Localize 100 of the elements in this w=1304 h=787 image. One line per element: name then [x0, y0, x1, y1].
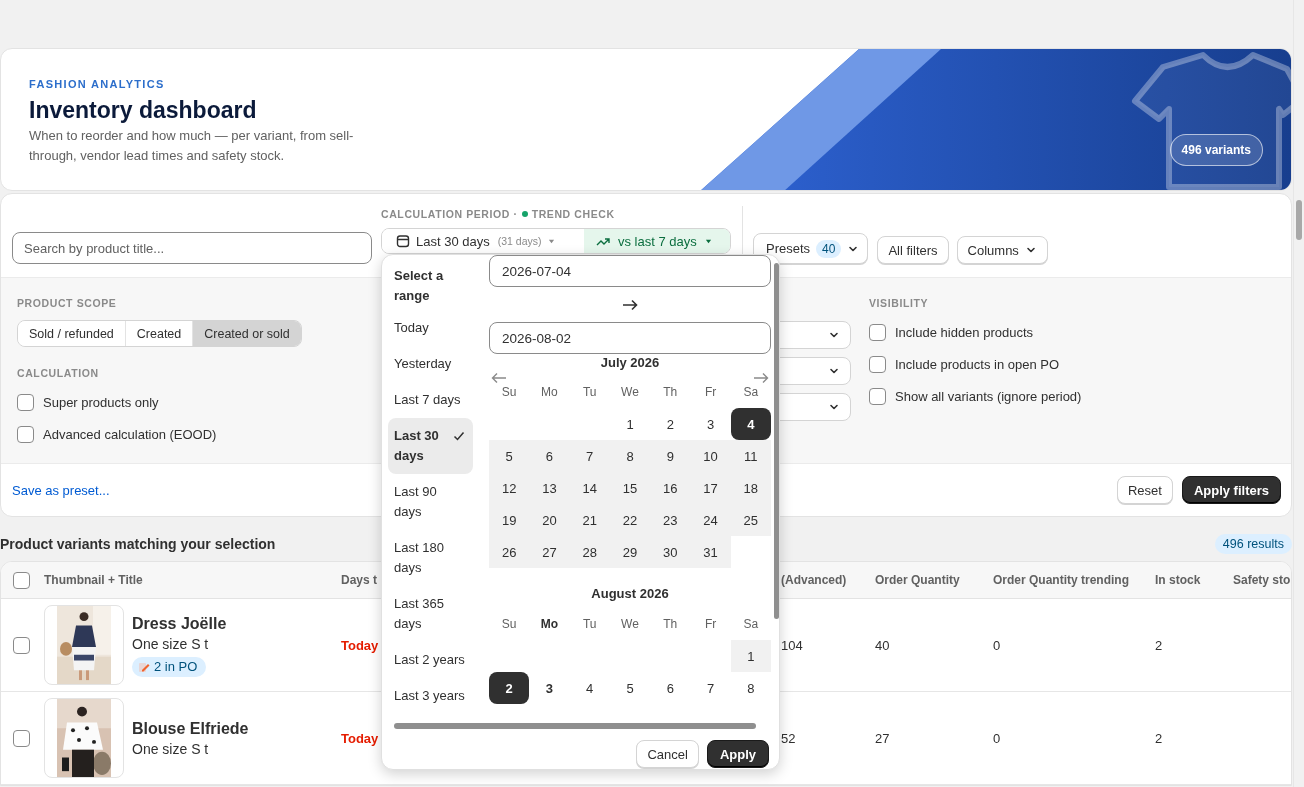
start-date-field[interactable]: 2026-07-04 [489, 255, 771, 287]
column-header[interactable]: Safety sto [1233, 573, 1291, 587]
column-header[interactable]: Days t [341, 573, 381, 587]
apply-button[interactable]: Apply [706, 740, 769, 768]
cancel-button[interactable]: Cancel [636, 740, 699, 768]
trend-button[interactable]: vs last 7 days [584, 229, 730, 253]
calendar-day[interactable]: 21 [569, 504, 610, 536]
table-cell-text: 0 [993, 637, 1002, 653]
calendar-day[interactable]: 4 [730, 408, 771, 440]
column-header[interactable]: In stock [1155, 573, 1233, 587]
calendar-day[interactable]: 12 [489, 472, 530, 504]
column-header[interactable]: (Advanced) [781, 573, 875, 587]
calendar-day[interactable]: 2 [489, 672, 530, 704]
calendar-day[interactable]: 7 [690, 672, 731, 704]
calendar-day[interactable]: 1 [730, 640, 771, 672]
product-title: Dress Joëlle [132, 614, 227, 634]
calendar-day[interactable]: 27 [529, 536, 570, 568]
calendar-day[interactable]: 26 [489, 536, 530, 568]
section-label: VISIBILITY [869, 296, 929, 310]
range-option[interactable]: Last 3 years [388, 678, 473, 714]
all-filters-button[interactable]: All filters [877, 236, 949, 264]
pencil-icon [138, 661, 150, 673]
table-cell-text: 0 [993, 730, 1002, 746]
status-dot [521, 211, 528, 217]
section-label: PRODUCT SCOPE [17, 296, 117, 310]
range-option[interactable]: Last 90 days [388, 474, 473, 530]
calendar-day[interactable]: 29 [609, 536, 651, 568]
calendar-day[interactable]: 11 [730, 440, 771, 472]
calendar-day[interactable]: 2 [650, 408, 691, 440]
po-label: 2 in PO [154, 658, 198, 676]
end-date-field[interactable]: 2026-08-02 [489, 322, 771, 354]
checkbox-label: Advanced calculation (EOOD) [43, 426, 217, 442]
month-title: August 2026 [590, 585, 670, 603]
presets-button[interactable]: Presets 40 [753, 233, 869, 264]
checkbox[interactable] [869, 323, 886, 341]
calendar-day[interactable]: 31 [690, 536, 731, 568]
arrow-left-icon[interactable] [491, 372, 507, 384]
checkbox[interactable] [13, 636, 30, 654]
search-field[interactable]: Search by product title... [12, 232, 372, 264]
caret-icon [704, 238, 712, 244]
calendar-day[interactable]: 16 [650, 472, 691, 504]
calendar-day[interactable]: 15 [609, 472, 651, 504]
calendar-day[interactable]: 19 [489, 504, 530, 536]
calendar-day[interactable]: 7 [569, 440, 610, 472]
days-hint: (31 days) [497, 235, 542, 247]
range-option[interactable]: Yesterday [388, 346, 473, 382]
segment-option[interactable]: Created or sold [193, 321, 301, 346]
calendar-day[interactable]: 28 [569, 536, 610, 568]
checkbox[interactable] [869, 387, 886, 405]
checkbox[interactable] [869, 355, 886, 373]
column-header[interactable]: Thumbnail + Title [44, 573, 341, 587]
range-option[interactable]: Last 7 days [388, 382, 473, 418]
calendar-day[interactable]: 30 [650, 536, 691, 568]
calendar-day[interactable]: 10 [690, 440, 731, 472]
checkbox[interactable] [17, 425, 34, 443]
scrollbar[interactable] [1293, 0, 1304, 787]
calendar-day[interactable]: 17 [690, 472, 731, 504]
apply-filters-button[interactable]: Apply filters [1181, 476, 1281, 504]
range-option[interactable]: Today [388, 310, 473, 346]
calendar-day[interactable]: 9 [650, 440, 691, 472]
table-cell-text: 52 [781, 730, 797, 746]
calendar-day[interactable]: 14 [569, 472, 610, 504]
range-option[interactable]: Last 180 days [388, 530, 473, 586]
calendar-day[interactable]: 6 [529, 440, 570, 472]
range-option[interactable]: Last 2 years [388, 642, 473, 678]
calendar-day[interactable]: 22 [609, 504, 651, 536]
section-label: CALCULATION PERIOD · [381, 208, 518, 220]
checkbox[interactable] [13, 571, 30, 589]
calendar-day[interactable]: 3 [529, 672, 570, 704]
calendar-day[interactable]: 13 [529, 472, 570, 504]
calendar-day[interactable]: 3 [690, 408, 731, 440]
calendar-icon [396, 234, 410, 248]
reset-button[interactable]: Reset [1116, 476, 1173, 504]
segment-option[interactable]: Created [125, 321, 194, 346]
range-option[interactable]: Last 365 days [388, 586, 473, 642]
weekday-label: Fr [703, 384, 718, 400]
calendar-day[interactable]: 8 [609, 440, 651, 472]
checkbox[interactable] [13, 729, 30, 747]
calendar-day[interactable]: 5 [489, 440, 530, 472]
segment-option[interactable]: Sold / refunded [18, 321, 126, 346]
range-option[interactable]: Last 30 days [388, 418, 473, 474]
checkbox[interactable] [17, 393, 34, 411]
variant-label: One size S t [132, 635, 210, 654]
calendar-day[interactable]: 8 [730, 672, 771, 704]
column-header[interactable]: Order Quantity [875, 573, 993, 587]
calendar-day[interactable]: 18 [730, 472, 771, 504]
calendar-day[interactable]: 6 [650, 672, 691, 704]
arrow-right-icon[interactable] [753, 372, 769, 384]
calendar-day[interactable]: 25 [730, 504, 771, 536]
calendar-day[interactable]: 20 [529, 504, 570, 536]
column-header[interactable]: Order Quantity trending [993, 573, 1155, 587]
calendar-day[interactable]: 24 [690, 504, 731, 536]
calendar-day[interactable]: 23 [650, 504, 691, 536]
save-preset-link[interactable]: Save as preset... [12, 482, 110, 498]
columns-button[interactable]: Columns [956, 236, 1048, 264]
weekday-label: Sa [742, 616, 760, 632]
section-title: Product variants matching your selection [0, 535, 276, 552]
calendar-day[interactable]: 4 [569, 672, 610, 704]
calendar-day[interactable]: 5 [609, 672, 651, 704]
calendar-day[interactable]: 1 [609, 408, 651, 440]
